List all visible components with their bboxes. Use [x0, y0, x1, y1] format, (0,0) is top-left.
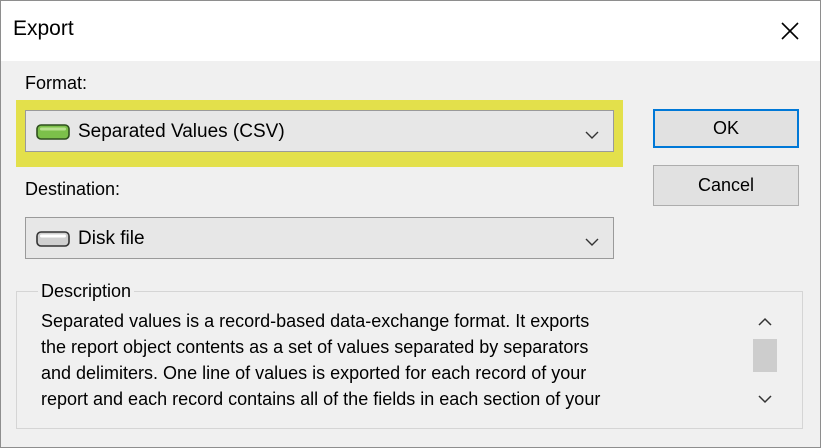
description-scrollbar[interactable]: [750, 307, 780, 411]
description-line: report and each record contains all of t…: [41, 389, 601, 409]
description-line: and delimiters. One line of values is ex…: [41, 363, 587, 383]
destination-select-value: Disk file: [78, 228, 145, 249]
format-select-value: Separated Values (CSV): [78, 121, 285, 142]
destination-label: Destination:: [25, 179, 121, 199]
close-button[interactable]: [760, 1, 820, 61]
scroll-thumb[interactable]: [753, 339, 777, 372]
cancel-button[interactable]: Cancel: [653, 165, 799, 206]
description-line: Separated values is a record-based data-…: [41, 311, 590, 331]
scroll-down-icon[interactable]: [758, 391, 772, 409]
description-line: the report object contents as a set of v…: [41, 337, 589, 357]
export-dialog: Export Format: Separated Values (CSV) De…: [0, 0, 821, 448]
drive-icon: [36, 124, 70, 145]
chevron-down-icon: [585, 234, 599, 252]
description-title: Description: [38, 281, 135, 302]
chevron-down-icon: [585, 127, 599, 145]
close-icon: [781, 22, 799, 40]
title-bar: Export: [1, 1, 820, 61]
format-label: Format:: [25, 73, 88, 93]
format-select[interactable]: Separated Values (CSV): [25, 110, 614, 152]
destination-select[interactable]: Disk file: [25, 217, 614, 259]
ok-button[interactable]: OK: [653, 109, 799, 148]
dialog-title: Export: [13, 17, 74, 40]
description-text: Separated values is a record-based data-…: [41, 308, 741, 412]
drive-icon: [36, 231, 70, 252]
scroll-up-icon[interactable]: [758, 313, 772, 331]
